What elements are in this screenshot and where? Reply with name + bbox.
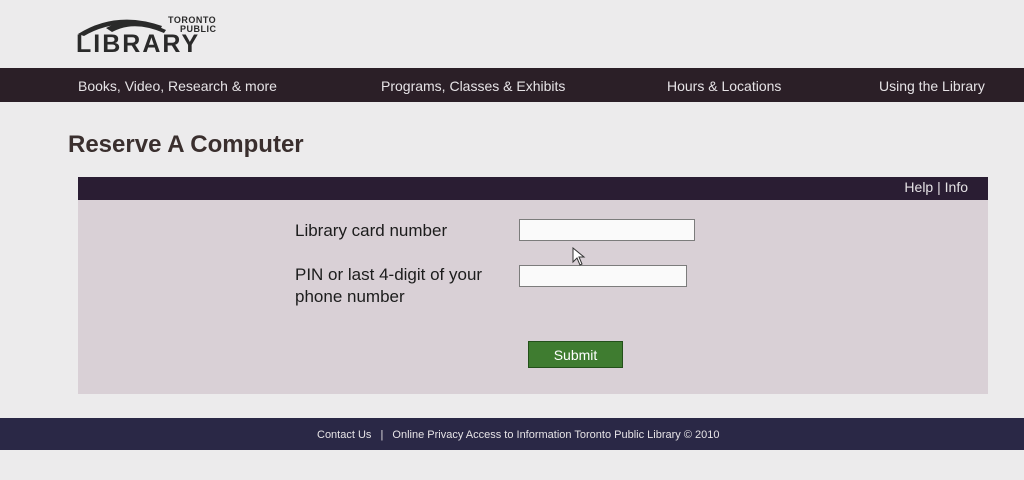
nav-books[interactable]: Books, Video, Research & more	[78, 78, 277, 94]
card-number-input[interactable]	[519, 219, 695, 241]
submit-button[interactable]: Submit	[528, 341, 623, 368]
footer: Contact Us | Online Privacy Access to In…	[0, 418, 1024, 450]
footer-separator: |	[380, 429, 384, 441]
main-nav: Books, Video, Research & more Programs, …	[0, 68, 1024, 102]
contact-us-link[interactable]: Contact Us	[317, 429, 371, 441]
nav-programs[interactable]: Programs, Classes & Exhibits	[381, 78, 565, 94]
page-title: Reserve A Computer	[68, 131, 304, 158]
footer-links-text[interactable]: Online Privacy Access to Information Tor…	[392, 429, 719, 441]
pin-input[interactable]	[519, 265, 687, 287]
mouse-pointer-icon	[572, 247, 586, 266]
pin-label: PIN or last 4-digit of your phone number	[295, 265, 483, 306]
card-number-label: Library card number	[295, 221, 448, 240]
reserve-form-panel: Help | Info Library card number PIN or l…	[78, 177, 988, 394]
logo-text-library: LIBRARY	[76, 30, 201, 58]
nav-hours-locations[interactable]: Hours & Locations	[667, 78, 781, 94]
panel-header: Help | Info	[78, 177, 988, 200]
info-link[interactable]: Info	[945, 179, 968, 195]
help-info-separator: |	[937, 179, 941, 195]
help-link[interactable]: Help	[904, 179, 933, 195]
library-logo[interactable]: TORONTO PUBLIC LIBRARY	[76, 12, 236, 58]
nav-using-library[interactable]: Using the Library	[879, 78, 985, 94]
